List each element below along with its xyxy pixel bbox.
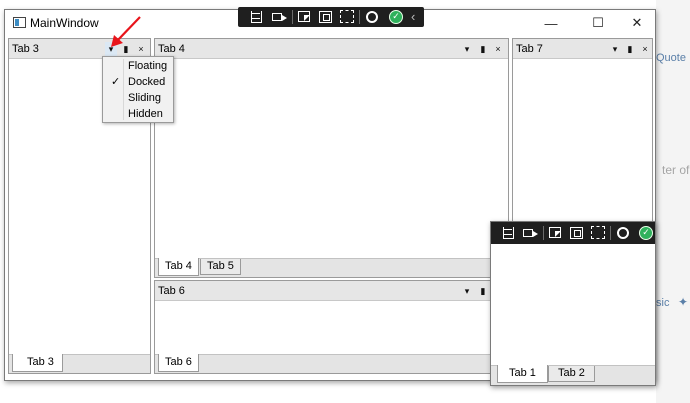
menu-item-label: Floating <box>128 60 168 72</box>
tab-strip: Tab 6 <box>155 354 508 373</box>
tab-strip: Tab 1 Tab 2 <box>491 365 655 385</box>
tab-tab4[interactable]: Tab 4 <box>158 258 199 276</box>
hot-reload-icon[interactable] <box>363 9 381 25</box>
pane-title: Tab 7 <box>516 43 543 55</box>
tab-tab6[interactable]: Tab 6 <box>158 354 199 372</box>
window-title: MainWindow <box>30 16 99 30</box>
close-button[interactable]: ✕ <box>617 10 655 36</box>
pane-dropdown-button[interactable]: ▾ <box>609 42 621 56</box>
menu-item-label: Sliding <box>128 92 162 104</box>
tab-tab2[interactable]: Tab 2 <box>548 366 595 382</box>
menu-item-hidden[interactable]: Hidden <box>103 106 173 122</box>
pane-tab4: Tab 4 ▾ ▮ × Tab 4 Tab 5 <box>154 38 509 278</box>
menu-item-label: Hidden <box>128 108 163 120</box>
tab-strip: Tab 3 <box>9 354 150 373</box>
pane-dropdown-button[interactable]: ▾ <box>461 42 473 56</box>
hot-reload-icon[interactable] <box>614 225 632 241</box>
background-text-ter-of: ter of <box>662 163 690 177</box>
debug-toolbar: ✓ ‹ <box>238 7 424 27</box>
display-layout-icon[interactable] <box>317 9 335 25</box>
floating-window: ✓ Tab 1 Tab 2 <box>490 221 656 386</box>
minimize-button[interactable]: — <box>531 10 571 36</box>
select-element-icon[interactable] <box>500 225 518 241</box>
tab-strip: Tab 4 Tab 5 <box>155 258 508 277</box>
pane-title: Tab 6 <box>158 285 185 297</box>
pane-header: Tab 4 ▾ ▮ × <box>155 39 508 59</box>
background-text-quote: Quote <box>656 52 686 64</box>
pane-title: Tab 3 <box>12 43 39 55</box>
toolbar-separator <box>543 226 544 240</box>
display-layout-icon[interactable] <box>568 225 586 241</box>
menu-item-docked[interactable]: ✓ Docked <box>103 74 173 90</box>
tab-tab5[interactable]: Tab 5 <box>200 259 241 275</box>
select-element-icon[interactable] <box>248 9 266 25</box>
pane-title: Tab 4 <box>158 43 185 55</box>
pane-state-menu: Floating ✓ Docked Sliding Hidden <box>102 56 174 123</box>
floating-toolbar: ✓ <box>491 222 655 244</box>
maximize-button[interactable]: ☐ <box>578 10 618 36</box>
video-capture-icon[interactable] <box>521 225 539 241</box>
collapse-chevron-icon[interactable]: ‹ <box>407 9 425 25</box>
check-status-icon[interactable]: ✓ <box>387 9 405 25</box>
track-focus-icon[interactable] <box>338 9 356 25</box>
pin-icon[interactable]: ▮ <box>477 284 489 298</box>
toolbar-separator <box>292 10 293 24</box>
annotation-arrow <box>111 16 141 47</box>
pin-icon[interactable]: ▮ <box>477 42 489 56</box>
video-capture-icon[interactable] <box>270 9 288 25</box>
pane-dropdown-button[interactable]: ▾ <box>461 284 473 298</box>
pane-tab6: Tab 6 ▾ ▮ Tab 6 <box>154 280 509 374</box>
check-status-icon[interactable]: ✓ <box>637 225 655 241</box>
menu-item-floating[interactable]: Floating <box>103 58 173 74</box>
tab-tab1[interactable]: Tab 1 <box>497 365 548 383</box>
toolbar-separator <box>610 226 611 240</box>
menu-item-sliding[interactable]: Sliding <box>103 90 173 106</box>
pane-close-button[interactable]: × <box>492 42 504 56</box>
pane-close-button[interactable]: × <box>639 42 651 56</box>
pin-icon[interactable]: ▮ <box>624 42 636 56</box>
menu-item-label: Docked <box>128 76 166 88</box>
pane-header: Tab 7 ▾ ▮ × <box>513 39 652 59</box>
app-icon <box>13 17 26 28</box>
background-pin-icon: ✦ <box>678 295 689 309</box>
tab-tab3[interactable]: Tab 3 <box>12 354 63 372</box>
toolbar-separator <box>359 10 360 24</box>
check-icon: ✓ <box>111 76 121 88</box>
background-text-sic: sic <box>656 297 670 309</box>
select-cursor-icon[interactable] <box>547 225 565 241</box>
track-focus-icon[interactable] <box>589 225 607 241</box>
select-cursor-icon[interactable] <box>296 9 314 25</box>
pane-header: Tab 6 ▾ ▮ <box>155 281 508 301</box>
